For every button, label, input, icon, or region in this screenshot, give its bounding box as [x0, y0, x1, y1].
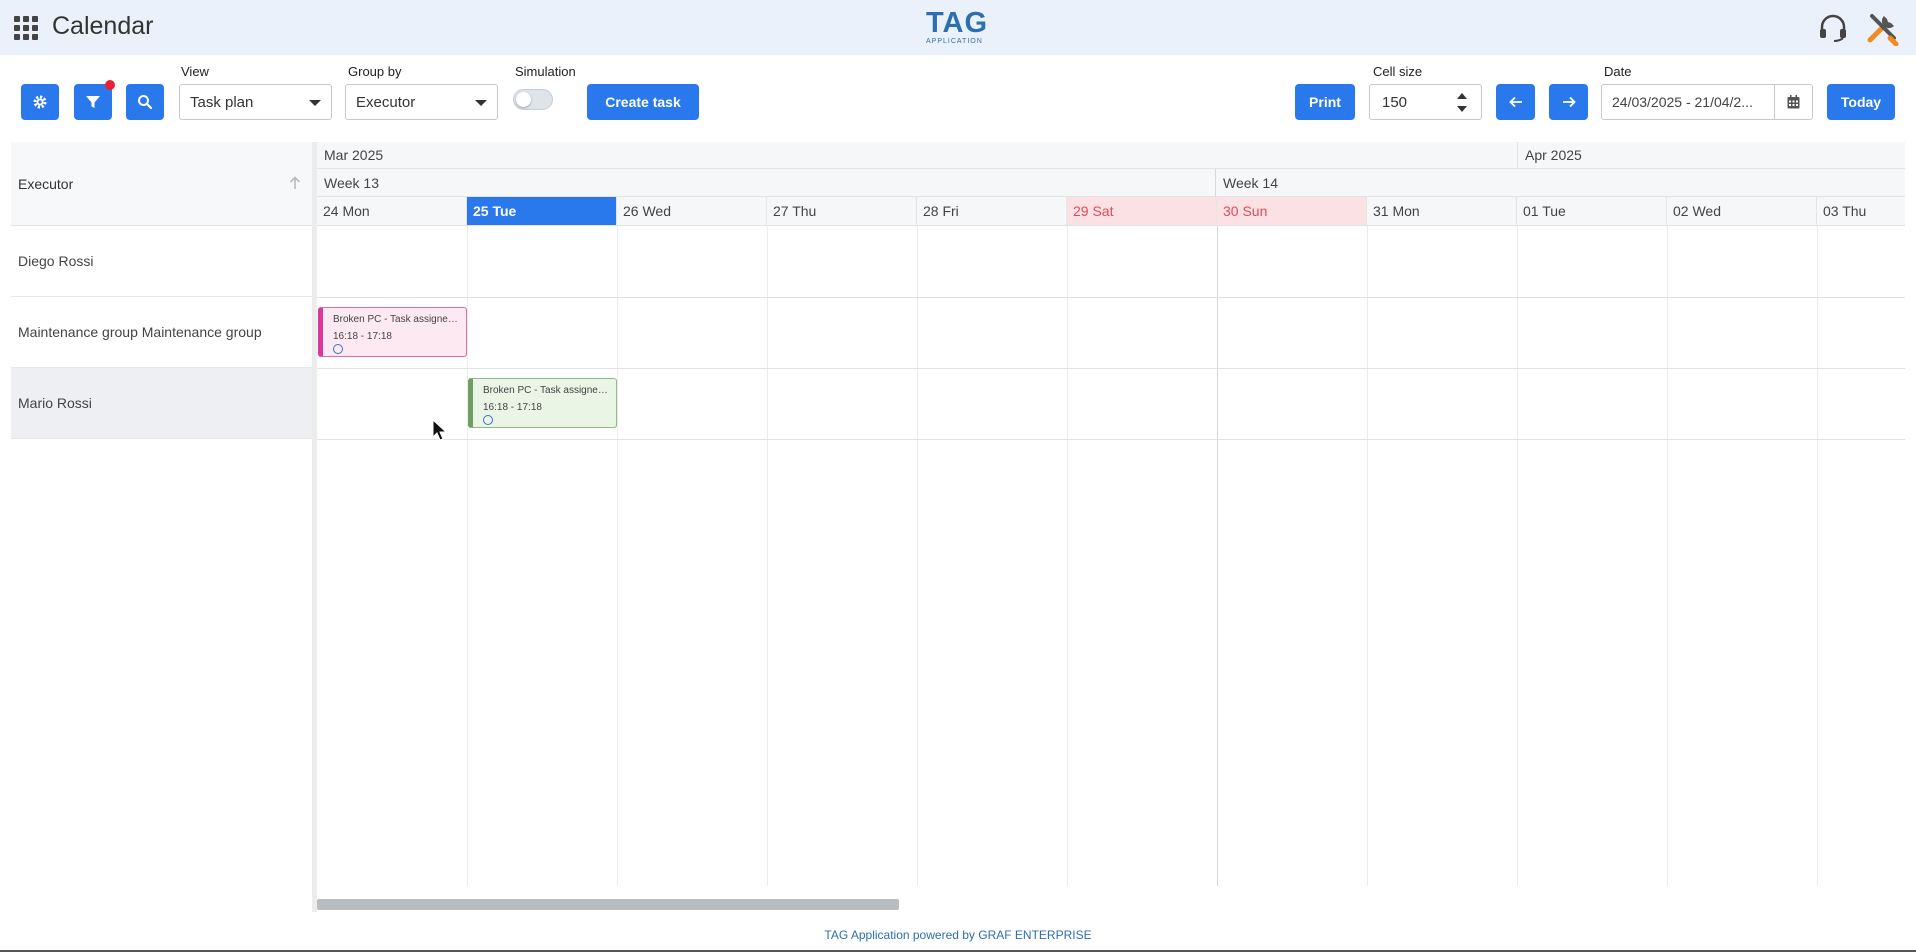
- chevron-down-icon: [309, 100, 321, 106]
- task-title: Broken PC - Task assigned to Maintenance…: [333, 314, 459, 325]
- cellsize-value: 150: [1382, 93, 1408, 111]
- calendar-icon: [1787, 95, 1800, 109]
- logo-sub-text: APPLICATION: [926, 38, 983, 45]
- day-header-cell[interactable]: 28 Fri: [917, 197, 1067, 225]
- tools-icon[interactable]: [1864, 10, 1900, 46]
- day-column-line: [1667, 226, 1668, 886]
- executor-column: Executor Diego Rossi Maintenance group M…: [11, 142, 312, 912]
- day-header-cell[interactable]: 01 Tue: [1517, 197, 1667, 225]
- gear-icon: [33, 95, 47, 109]
- simulation-label: Simulation: [515, 64, 576, 79]
- task-status-circle-icon: [333, 344, 343, 354]
- task-time: 16:18 - 17:18: [333, 331, 392, 342]
- day-column-line: [1517, 226, 1518, 886]
- executor-row-label[interactable]: Maintenance group Maintenance group: [11, 297, 312, 368]
- day-column-line: [1367, 226, 1368, 886]
- cellsize-input[interactable]: 150: [1369, 84, 1482, 120]
- day-header-cell[interactable]: 31 Mon: [1367, 197, 1517, 225]
- arrow-right-icon: [1562, 96, 1576, 108]
- next-button[interactable]: [1549, 84, 1588, 120]
- day-header-cell[interactable]: 25 Tue: [467, 197, 617, 225]
- day-column-line: [617, 226, 618, 886]
- filter-icon: [86, 96, 100, 108]
- logo-main-text: TAG: [926, 7, 989, 39]
- calendar-picker-button[interactable]: [1774, 85, 1812, 119]
- day-column-line: [917, 226, 918, 886]
- day-header-cell[interactable]: 24 Mon: [317, 197, 467, 225]
- chevron-down-icon: [475, 100, 487, 106]
- day-column-line: [1067, 226, 1068, 886]
- day-header-cell[interactable]: 29 Sat: [1067, 197, 1217, 225]
- row-divider: [317, 368, 1905, 369]
- search-button[interactable]: [126, 84, 164, 120]
- search-icon: [138, 95, 153, 110]
- arrow-left-icon: [1508, 96, 1522, 108]
- sort-arrow-icon[interactable]: [289, 176, 301, 190]
- groupby-label: Group by: [348, 64, 402, 79]
- day-column-line: [1817, 226, 1818, 886]
- day-header-cell[interactable]: 26 Wed: [617, 197, 767, 225]
- groupby-select-value: Executor: [356, 93, 416, 111]
- task-event-card[interactable]: Broken PC - Task assigned to Mario Rossi…: [468, 378, 617, 428]
- day-header-cell[interactable]: 03 Thu: [1817, 197, 1905, 225]
- spin-up-icon[interactable]: [1457, 93, 1467, 99]
- headset-icon[interactable]: [1818, 14, 1848, 42]
- day-header-cell[interactable]: 30 Sun: [1217, 197, 1367, 225]
- view-select-value: Task plan: [190, 93, 254, 111]
- today-button[interactable]: Today: [1827, 84, 1895, 120]
- row-divider: [317, 439, 1905, 440]
- cellsize-label: Cell size: [1373, 64, 1423, 79]
- calendar-grid: Mar 2025 Apr 2025 Week 13 Week 14 24 Mon…: [317, 142, 1905, 912]
- executor-row-label[interactable]: Diego Rossi: [11, 226, 312, 297]
- mouse-cursor-icon: [432, 419, 448, 441]
- day-column-line: [1217, 226, 1218, 886]
- row-divider: [317, 297, 1905, 298]
- month-header-row: Mar 2025 Apr 2025: [317, 142, 1905, 169]
- week-label: Week 13: [324, 175, 379, 191]
- toggle-knob: [516, 92, 531, 107]
- apps-grid-icon[interactable]: [14, 16, 38, 40]
- month-label: Mar 2025: [324, 147, 384, 163]
- task-event-card[interactable]: Broken PC - Task assigned to Maintenance…: [318, 307, 467, 357]
- view-select[interactable]: Task plan: [179, 84, 332, 120]
- top-bar: Calendar TAG APPLICATION: [0, 0, 1916, 55]
- week-header-row: Week 13 Week 14: [317, 169, 1905, 197]
- app-logo: TAG APPLICATION: [926, 7, 989, 45]
- create-task-button[interactable]: Create task: [587, 84, 699, 120]
- simulation-toggle[interactable]: [513, 89, 553, 110]
- day-header-cell[interactable]: 02 Wed: [1667, 197, 1817, 225]
- date-label: Date: [1604, 64, 1632, 79]
- footer-text: TAG Application powered by GRAF ENTERPRI…: [824, 928, 1092, 942]
- filter-active-badge: [105, 80, 115, 90]
- date-range-value: 24/03/2025 - 21/04/2...: [1612, 94, 1753, 110]
- executor-row-label[interactable]: Mario Rossi: [11, 368, 312, 439]
- day-column-line: [467, 226, 468, 886]
- print-button[interactable]: Print: [1295, 84, 1355, 120]
- task-title: Broken PC - Task assigned to Mario Rossi: [483, 385, 609, 396]
- view-label: View: [181, 64, 209, 79]
- task-time: 16:18 - 17:18: [483, 402, 542, 413]
- executor-column-header[interactable]: Executor: [11, 142, 312, 226]
- spin-down-icon[interactable]: [1457, 106, 1467, 112]
- date-range-input[interactable]: 24/03/2025 - 21/04/2...: [1601, 84, 1813, 120]
- executor-header-label: Executor: [18, 176, 74, 192]
- settings-button[interactable]: [21, 84, 59, 120]
- task-status-circle-icon: [483, 415, 493, 425]
- horizontal-scrollbar[interactable]: [317, 899, 899, 910]
- day-header-cell[interactable]: 27 Thu: [767, 197, 917, 225]
- page-title: Calendar: [52, 12, 154, 40]
- day-column-line: [767, 226, 768, 886]
- month-label: Apr 2025: [1517, 142, 1582, 169]
- week-label: Week 14: [1215, 169, 1278, 197]
- groupby-select[interactable]: Executor: [345, 84, 498, 120]
- filter-button[interactable]: [74, 84, 112, 120]
- previous-button[interactable]: [1496, 84, 1535, 120]
